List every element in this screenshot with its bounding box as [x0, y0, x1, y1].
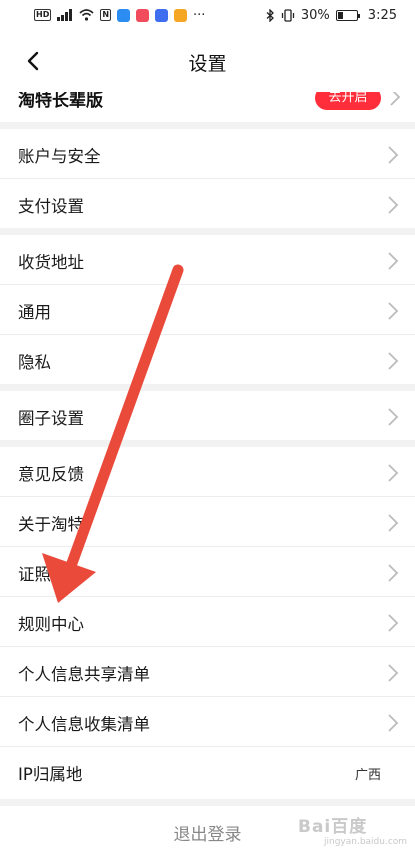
app-icon-orange: [174, 8, 188, 22]
settings-row-label: 通用: [18, 303, 51, 322]
settings-row[interactable]: 个人信息共享清单: [0, 647, 415, 697]
settings-row[interactable]: 支付设置: [0, 179, 415, 228]
hd-icon: HD: [34, 9, 52, 21]
nav-bar: 设置: [0, 30, 415, 92]
chevron-right-icon: [386, 512, 400, 534]
settings-list: 淘特长辈版 去开启 账户与安全支付设置收货地址通用隐私圈子设置意见反馈关于淘特证…: [0, 92, 415, 796]
bluetooth-icon: [266, 8, 274, 22]
chevron-right-icon: [386, 144, 400, 166]
settings-row[interactable]: 隐私: [0, 335, 415, 384]
settings-row-label: 收货地址: [18, 253, 84, 272]
settings-groups: 账户与安全支付设置收货地址通用隐私圈子设置意见反馈关于淘特证照信息规则中心个人信…: [0, 122, 415, 796]
watermark-url: jingyan.baidu.com: [324, 837, 408, 847]
chevron-right-icon: [386, 562, 400, 584]
section-gap: [0, 228, 415, 235]
settings-row-value: 广西: [354, 768, 381, 783]
chevron-right-icon: [386, 300, 400, 322]
chevron-right-icon: [386, 406, 400, 428]
settings-row[interactable]: 证照信息: [0, 547, 415, 597]
chevron-right-icon: [386, 612, 400, 634]
settings-row[interactable]: 意见反馈: [0, 447, 415, 497]
elder-mode-label: 淘特长辈版: [18, 92, 103, 111]
settings-row[interactable]: 通用: [0, 285, 415, 335]
section-gap: [0, 799, 415, 806]
settings-row[interactable]: 收货地址: [0, 235, 415, 285]
settings-row-label: 证照信息: [18, 565, 84, 584]
section-gap: [0, 384, 415, 391]
settings-row-label: 个人信息共享清单: [18, 665, 150, 684]
settings-row-label: 隐私: [18, 353, 51, 372]
status-bar: HD N ··· 30% 3:25: [0, 0, 415, 30]
chevron-right-icon: [386, 194, 400, 216]
watermark: Bai百度 jingyan.baidu.com: [298, 812, 408, 852]
status-left: HD N ···: [34, 8, 205, 23]
battery-icon: [335, 9, 360, 21]
elder-mode-row[interactable]: 淘特长辈版 去开启: [0, 92, 415, 122]
battery-percent: 30%: [300, 7, 330, 23]
settings-row-label: IP归属地: [18, 765, 83, 784]
watermark-logo: Bai百度: [298, 817, 368, 837]
more-dots-icon: ···: [193, 7, 206, 23]
settings-row-label: 个人信息收集清单: [18, 715, 150, 734]
chevron-right-icon: [386, 462, 400, 484]
vibrate-icon: [281, 8, 295, 22]
chevron-right-icon: [386, 350, 400, 372]
chevron-right-icon: [386, 250, 400, 272]
settings-row-label: 支付设置: [18, 197, 84, 216]
settings-row-label: 规则中心: [18, 615, 84, 634]
section-gap: [0, 122, 415, 129]
enable-button[interactable]: 去开启: [315, 92, 381, 110]
nfc-icon: N: [100, 9, 112, 21]
chevron-right-icon: [386, 662, 400, 684]
page-title: 设置: [188, 53, 227, 75]
settings-row[interactable]: 个人信息收集清单: [0, 697, 415, 747]
settings-row-label: 圈子设置: [18, 409, 84, 428]
section-gap: [0, 440, 415, 447]
settings-row-label: 意见反馈: [18, 465, 84, 484]
settings-row[interactable]: 关于淘特: [0, 497, 415, 547]
settings-row[interactable]: 圈子设置: [0, 391, 415, 440]
settings-row[interactable]: 账户与安全: [0, 129, 415, 179]
status-right: 30% 3:25: [266, 8, 397, 23]
signal-icon: [57, 9, 73, 21]
app-icon-blue: [117, 8, 131, 22]
settings-row-label: 账户与安全: [18, 147, 101, 166]
wifi-icon: [79, 9, 94, 21]
settings-row[interactable]: IP归属地 广西: [0, 747, 415, 796]
chevron-right-icon: [388, 92, 402, 108]
music-app-icon: [155, 8, 169, 22]
chevron-right-icon: [386, 712, 400, 734]
settings-row[interactable]: 规则中心: [0, 597, 415, 647]
settings-row-label: 关于淘特: [18, 515, 84, 534]
app-icon-red: [136, 8, 150, 22]
status-time: 3:25: [367, 7, 397, 23]
